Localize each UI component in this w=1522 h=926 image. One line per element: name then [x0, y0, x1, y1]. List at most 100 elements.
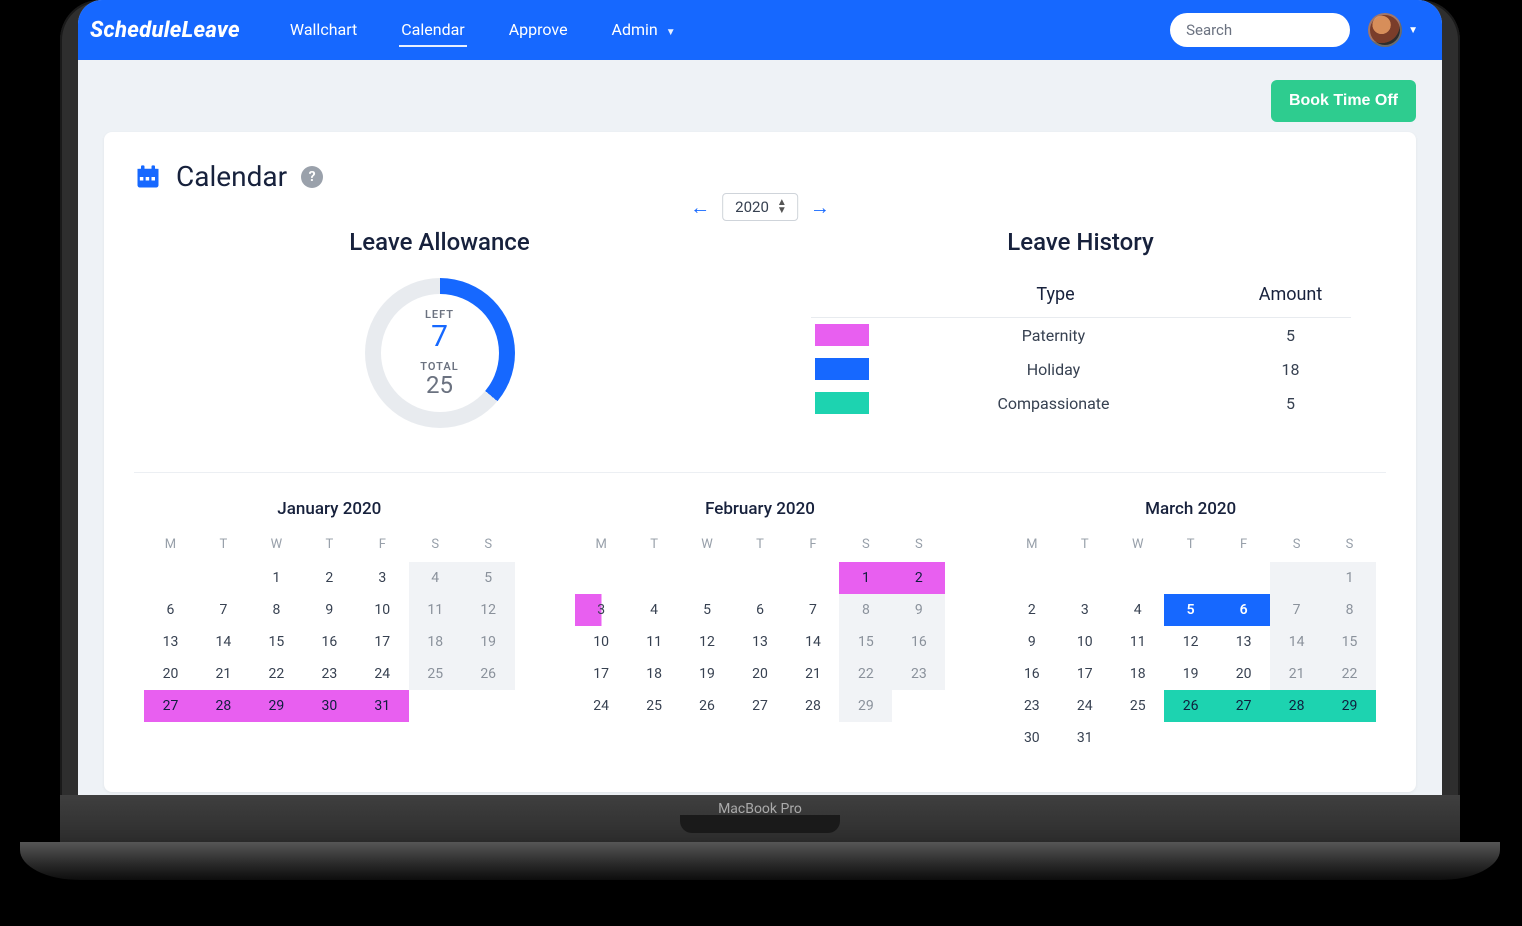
day-cell[interactable]: 23 — [1005, 690, 1058, 722]
day-cell[interactable]: 24 — [356, 658, 409, 690]
day-cell[interactable]: 23 — [303, 658, 356, 690]
day-cell[interactable]: 17 — [356, 626, 409, 658]
day-cell[interactable]: 14 — [786, 626, 839, 658]
day-cell[interactable]: 16 — [1005, 658, 1058, 690]
day-cell[interactable]: 14 — [197, 626, 250, 658]
day-cell[interactable]: 19 — [681, 658, 734, 690]
day-cell[interactable]: 2 — [1005, 594, 1058, 626]
nav-admin[interactable]: Admin ▼ — [610, 14, 678, 47]
day-cell[interactable]: 10 — [356, 594, 409, 626]
day-cell[interactable]: 3 — [356, 562, 409, 594]
day-cell[interactable]: 5 — [1164, 594, 1217, 626]
day-cell[interactable]: 13 — [734, 626, 787, 658]
day-cell[interactable]: 31 — [356, 690, 409, 722]
day-cell[interactable]: 27 — [734, 690, 787, 722]
day-cell[interactable]: 26 — [462, 658, 515, 690]
day-cell[interactable]: 23 — [892, 658, 945, 690]
day-cell[interactable]: 21 — [786, 658, 839, 690]
day-cell[interactable]: 21 — [1270, 658, 1323, 690]
day-cell[interactable]: 29 — [250, 690, 303, 722]
day-cell[interactable]: 29 — [1323, 690, 1376, 722]
day-cell[interactable]: 7 — [197, 594, 250, 626]
day-cell[interactable]: 11 — [628, 626, 681, 658]
day-cell[interactable]: 4 — [1111, 594, 1164, 626]
day-cell[interactable]: 9 — [892, 594, 945, 626]
day-cell[interactable]: 12 — [681, 626, 734, 658]
next-year-arrow-icon[interactable]: → — [810, 195, 830, 220]
day-cell[interactable]: 25 — [1111, 690, 1164, 722]
day-cell[interactable]: 20 — [734, 658, 787, 690]
day-cell[interactable]: 28 — [1270, 690, 1323, 722]
day-cell[interactable]: 8 — [1323, 594, 1376, 626]
day-cell[interactable]: 7 — [786, 594, 839, 626]
day-cell[interactable]: 29 — [839, 690, 892, 722]
day-cell[interactable]: 3 — [1058, 594, 1111, 626]
day-cell[interactable]: 17 — [575, 658, 628, 690]
day-cell[interactable]: 30 — [1005, 722, 1058, 754]
day-cell[interactable]: 11 — [409, 594, 462, 626]
nav-approve[interactable]: Approve — [507, 14, 570, 47]
day-cell[interactable]: 1 — [839, 562, 892, 594]
day-cell[interactable]: 26 — [1164, 690, 1217, 722]
day-cell[interactable]: 6 — [1217, 594, 1270, 626]
day-cell[interactable]: 10 — [575, 626, 628, 658]
day-cell[interactable]: 28 — [786, 690, 839, 722]
help-icon[interactable]: ? — [301, 166, 323, 188]
day-cell[interactable]: 6 — [144, 594, 197, 626]
day-cell[interactable]: 25 — [409, 658, 462, 690]
day-cell[interactable]: 2 — [303, 562, 356, 594]
day-cell[interactable]: 4 — [409, 562, 462, 594]
year-select[interactable]: 2020 ▲▼ — [722, 193, 798, 221]
book-time-off-button[interactable]: Book Time Off — [1271, 80, 1416, 122]
day-cell[interactable]: 16 — [892, 626, 945, 658]
day-cell[interactable]: 1 — [250, 562, 303, 594]
brand-logo[interactable]: ScheduleLeave — [90, 18, 240, 43]
day-cell[interactable]: 15 — [250, 626, 303, 658]
day-cell[interactable]: 1 — [1323, 562, 1376, 594]
nav-wallchart[interactable]: Wallchart — [288, 14, 359, 47]
day-cell[interactable]: 3 — [575, 594, 628, 626]
day-cell[interactable]: 14 — [1270, 626, 1323, 658]
day-cell[interactable]: 18 — [628, 658, 681, 690]
avatar-caret-icon[interactable]: ▼ — [1408, 25, 1418, 36]
day-cell[interactable]: 26 — [681, 690, 734, 722]
day-cell[interactable]: 19 — [1164, 658, 1217, 690]
search-input[interactable]: Search — [1170, 13, 1350, 47]
day-cell[interactable]: 22 — [1323, 658, 1376, 690]
day-cell[interactable]: 19 — [462, 626, 515, 658]
nav-calendar[interactable]: Calendar — [399, 14, 466, 47]
day-cell[interactable]: 21 — [197, 658, 250, 690]
day-cell[interactable]: 31 — [1058, 722, 1111, 754]
day-cell[interactable]: 17 — [1058, 658, 1111, 690]
day-cell[interactable]: 20 — [144, 658, 197, 690]
day-cell[interactable]: 2 — [892, 562, 945, 594]
day-cell[interactable]: 16 — [303, 626, 356, 658]
day-cell[interactable]: 13 — [144, 626, 197, 658]
day-cell[interactable]: 15 — [1323, 626, 1376, 658]
day-cell[interactable]: 27 — [1217, 690, 1270, 722]
day-cell[interactable]: 13 — [1217, 626, 1270, 658]
day-cell[interactable]: 12 — [1164, 626, 1217, 658]
day-cell[interactable]: 8 — [839, 594, 892, 626]
day-cell[interactable]: 6 — [734, 594, 787, 626]
day-cell[interactable]: 11 — [1111, 626, 1164, 658]
day-cell[interactable]: 20 — [1217, 658, 1270, 690]
day-cell[interactable]: 24 — [1058, 690, 1111, 722]
day-cell[interactable]: 12 — [462, 594, 515, 626]
day-cell[interactable]: 22 — [250, 658, 303, 690]
avatar[interactable] — [1368, 13, 1402, 47]
day-cell[interactable]: 24 — [575, 690, 628, 722]
day-cell[interactable]: 7 — [1270, 594, 1323, 626]
day-cell[interactable]: 5 — [681, 594, 734, 626]
day-cell[interactable]: 9 — [303, 594, 356, 626]
day-cell[interactable]: 8 — [250, 594, 303, 626]
day-cell[interactable]: 5 — [462, 562, 515, 594]
day-cell[interactable]: 27 — [144, 690, 197, 722]
day-cell[interactable]: 9 — [1005, 626, 1058, 658]
day-cell[interactable]: 18 — [1111, 658, 1164, 690]
day-cell[interactable]: 28 — [197, 690, 250, 722]
day-cell[interactable]: 18 — [409, 626, 462, 658]
day-cell[interactable]: 30 — [303, 690, 356, 722]
day-cell[interactable]: 4 — [628, 594, 681, 626]
prev-year-arrow-icon[interactable]: ← — [690, 195, 710, 220]
